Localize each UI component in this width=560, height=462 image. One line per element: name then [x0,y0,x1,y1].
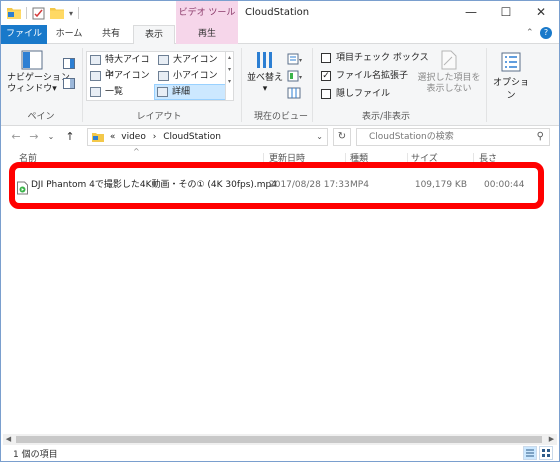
breadcrumb-video[interactable]: video [121,132,146,142]
navigation-pane-button[interactable]: ナビゲーション ウィンドウ▾ [7,50,70,105]
group-separator [312,48,313,122]
search-icon: ⚲ [536,131,544,142]
options-label: オプション [492,78,529,101]
hide-selected-label: 選択した項目を 表示しない [417,73,481,94]
file-extensions-checkbox[interactable]: ✓ [321,71,331,81]
layout-small-icons[interactable]: 小アイコン [156,69,226,83]
tab-file[interactable]: ファイル [1,25,47,44]
ribbon-tabs: ファイル ホーム 共有 表示 再生 ⌃ ? [1,25,559,45]
navigation-pane-icon [21,50,43,70]
hide-selected-icon [441,50,457,70]
options-button[interactable]: オプション [491,52,531,101]
details-view-icon [526,449,534,457]
group-separator [82,48,83,122]
show-hide-group-label: 表示/非表示 [361,112,411,122]
hidden-items-toggle[interactable]: 隠しファイル [321,88,390,101]
add-columns-icon[interactable]: ▾ [287,70,303,82]
help-icon[interactable]: ? [540,27,552,39]
tab-home[interactable]: ホーム [49,25,89,44]
status-bar: 1 個の項目 [1,445,559,461]
minimize-button[interactable]: — [454,1,488,25]
small-icons-icon [158,71,169,81]
sort-label: 並べ替え ▾ [247,73,284,94]
breadcrumb-separator[interactable]: › [153,132,157,142]
navigation-pane-label: ナビゲーション ウィンドウ▾ [7,73,70,94]
properties-icon[interactable] [32,7,45,20]
large-icons-view-icon [542,449,550,457]
close-button[interactable]: ✕ [524,1,558,25]
group-separator [486,48,487,122]
item-checkboxes-toggle[interactable]: 項目チェック ボックス [321,52,429,65]
item-checkboxes-checkbox[interactable] [321,53,331,63]
current-view-group-label: 現在のビュー [253,112,308,122]
explorer-window: ▾ ビデオ ツール CloudStation — ☐ ✕ ファイル ホーム 共有… [0,0,560,462]
tab-view[interactable]: 表示 [133,25,175,45]
medium-icons-icon [90,71,101,81]
folder-icon [92,132,104,142]
extra-large-icons-icon [90,55,101,65]
breadcrumb-cloudstation[interactable]: CloudStation [163,132,221,142]
options-icon [501,52,521,72]
ribbon: ナビゲーション ウィンドウ▾ ペイン 特大アイコン 大アイコン 中アイコン 小ア… [1,44,559,126]
address-dropdown[interactable]: ⌄ [316,129,323,145]
scrollbar-thumb[interactable] [16,436,542,443]
toolbar-separator [78,7,80,19]
hidden-items-checkbox[interactable] [321,89,331,99]
layout-list[interactable]: 一覧 [88,85,154,99]
search-input[interactable]: CloudStationの検索 ⚲ [356,128,550,146]
hide-selected-button[interactable]: 選択した項目を 表示しない [417,50,481,95]
file-extensions-toggle[interactable]: ✓ ファイル名拡張子 [321,70,408,83]
horizontal-scrollbar[interactable]: ◀ ▶ [3,434,557,445]
forward-button[interactable]: → [27,128,41,146]
details-icon [157,87,168,97]
sort-by-button[interactable]: 並べ替え ▾ [247,50,283,102]
path-overflow[interactable]: « [110,132,116,142]
up-button[interactable]: ↑ [63,128,77,146]
toolbar-separator [26,7,27,19]
navigation-bar: ← → ⌄ ↑ « video › CloudStation ⌄ ↻ Cloud… [1,126,559,148]
recent-locations-button[interactable]: ⌄ [44,128,58,146]
svg-text:▾: ▾ [299,74,302,81]
scroll-left-icon[interactable]: ◀ [3,434,14,445]
details-view-button[interactable] [523,446,537,460]
layout-group-label: レイアウト [136,112,182,122]
large-icons-icon [158,55,169,65]
preview-pane-icon[interactable] [63,58,75,69]
item-count: 1 個の項目 [13,450,58,460]
pane-group-label: ペイン [27,112,55,122]
tab-share[interactable]: 共有 [91,25,131,44]
sort-icon [257,52,272,68]
video-tools-context-tab: ビデオ ツール [176,1,238,25]
scroll-right-icon[interactable]: ▶ [546,434,557,445]
layout-extra-large-icons[interactable]: 特大アイコン [88,53,154,79]
customize-qat-icon[interactable]: ▾ [69,9,73,18]
large-icons-view-button[interactable] [539,446,553,460]
layout-medium-icons[interactable]: 中アイコン [88,69,154,83]
red-highlight-outline [9,162,544,209]
list-icon [90,87,101,97]
quick-access-toolbar: ▾ [7,5,84,21]
layout-details[interactable]: 詳細 [154,84,226,100]
group-by-icon[interactable]: ▾ [287,53,303,65]
refresh-button[interactable]: ↻ [333,128,351,146]
svg-text:▾: ▾ [299,57,302,64]
layout-scroll[interactable]: ▴ ▾ ▾ [225,52,233,100]
details-pane-icon[interactable] [63,78,75,89]
size-columns-icon[interactable] [287,87,303,99]
group-separator [241,48,242,122]
back-button[interactable]: ← [9,128,23,146]
layout-large-icons[interactable]: 大アイコン [156,53,226,67]
window-title: CloudStation [245,7,310,18]
layout-gallery: 特大アイコン 大アイコン 中アイコン 小アイコン 一覧 詳細 ▴ ▾ ▾ [86,51,234,101]
address-bar[interactable]: « video › CloudStation ⌄ [87,128,328,146]
new-folder-icon[interactable] [50,7,64,19]
folder-icon[interactable] [7,7,21,19]
title-bar: ▾ ビデオ ツール CloudStation — ☐ ✕ [1,1,559,25]
minimize-ribbon-icon[interactable]: ⌃ [526,28,534,38]
tab-play[interactable]: 再生 [176,25,238,44]
maximize-button[interactable]: ☐ [489,1,523,25]
search-placeholder: CloudStationの検索 [369,132,454,142]
